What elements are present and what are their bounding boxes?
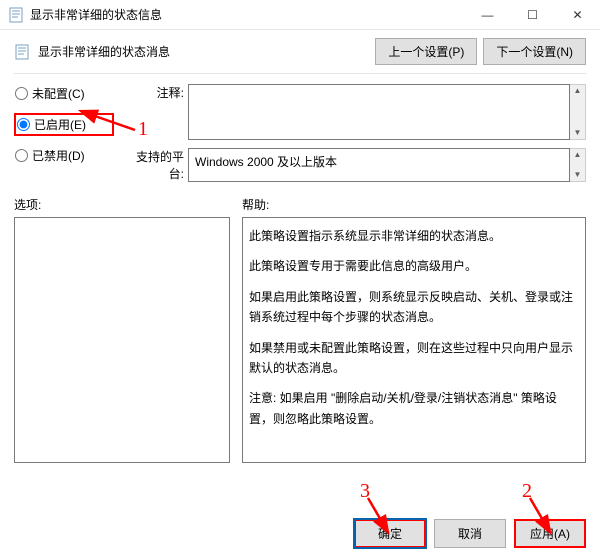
supported-platform-value: Windows 2000 及以上版本 xyxy=(188,148,570,182)
previous-setting-button[interactable]: 上一个设置(P) xyxy=(375,38,477,65)
policy-sheet-icon xyxy=(8,7,24,23)
radio-disabled-label: 已禁用(D) xyxy=(32,147,85,164)
platform-scrollbar[interactable]: ▲ ▼ xyxy=(570,148,586,182)
annotation-number-2: 2 xyxy=(522,480,532,503)
policy-title: 显示非常详细的状态消息 xyxy=(38,43,170,60)
help-label: 帮助: xyxy=(242,196,586,213)
titlebar: 显示非常详细的状态信息 — ☐ ✕ xyxy=(0,0,600,30)
options-panel xyxy=(14,217,230,463)
radio-disabled-input[interactable] xyxy=(15,149,28,162)
help-text: 如果启用此策略设置，则系统显示反映启动、关机、登录或注销系统过程中每个步骤的状态… xyxy=(249,287,579,328)
header-row: 显示非常详细的状态消息 上一个设置(P) 下一个设置(N) xyxy=(14,38,586,65)
help-text: 如果禁用或未配置此策略设置，则在这些过程中只向用户显示默认的状态消息。 xyxy=(249,338,579,379)
comment-scrollbar[interactable]: ▲ ▼ xyxy=(570,84,586,140)
scroll-down-icon: ▼ xyxy=(574,169,582,181)
help-text: 此策略设置专用于需要此信息的高级用户。 xyxy=(249,256,579,276)
radio-enabled-label: 已启用(E) xyxy=(34,116,86,133)
window-title: 显示非常详细的状态信息 xyxy=(30,6,465,23)
help-text: 注意: 如果启用 "删除启动/关机/登录/注销状态消息" 策略设置，则忽略此策略… xyxy=(249,388,579,429)
next-setting-button[interactable]: 下一个设置(N) xyxy=(483,38,586,65)
radio-disabled[interactable]: 已禁用(D) xyxy=(14,146,114,165)
platform-label: 支持的平台: xyxy=(124,148,188,182)
cancel-button[interactable]: 取消 xyxy=(434,519,506,548)
minimize-button[interactable]: — xyxy=(465,0,510,30)
scroll-up-icon: ▲ xyxy=(574,85,582,97)
close-button[interactable]: ✕ xyxy=(555,0,600,30)
scroll-up-icon: ▲ xyxy=(574,149,582,161)
ok-button[interactable]: 确定 xyxy=(354,519,426,548)
radio-not-configured[interactable]: 未配置(C) xyxy=(14,84,114,103)
apply-button[interactable]: 应用(A) xyxy=(514,519,586,548)
radio-not-configured-input[interactable] xyxy=(15,87,28,100)
help-panel: 此策略设置指示系统显示非常详细的状态消息。 此策略设置专用于需要此信息的高级用户… xyxy=(242,217,586,463)
dialog-footer: 确定 取消 应用(A) xyxy=(354,519,586,548)
options-label: 选项: xyxy=(14,196,230,213)
help-text: 此策略设置指示系统显示非常详细的状态消息。 xyxy=(249,226,579,246)
divider xyxy=(14,73,586,74)
radio-enabled[interactable]: 已启用(E) xyxy=(14,113,114,136)
maximize-button[interactable]: ☐ xyxy=(510,0,555,30)
annotation-number-3: 3 xyxy=(360,480,370,503)
radio-not-configured-label: 未配置(C) xyxy=(32,85,85,102)
state-radio-group: 未配置(C) 已启用(E) 已禁用(D) xyxy=(14,84,114,182)
radio-enabled-input[interactable] xyxy=(17,118,30,131)
scroll-down-icon: ▼ xyxy=(574,127,582,139)
comment-input[interactable] xyxy=(188,84,570,140)
comment-label: 注释: xyxy=(124,84,188,140)
policy-sheet-icon xyxy=(14,44,30,60)
